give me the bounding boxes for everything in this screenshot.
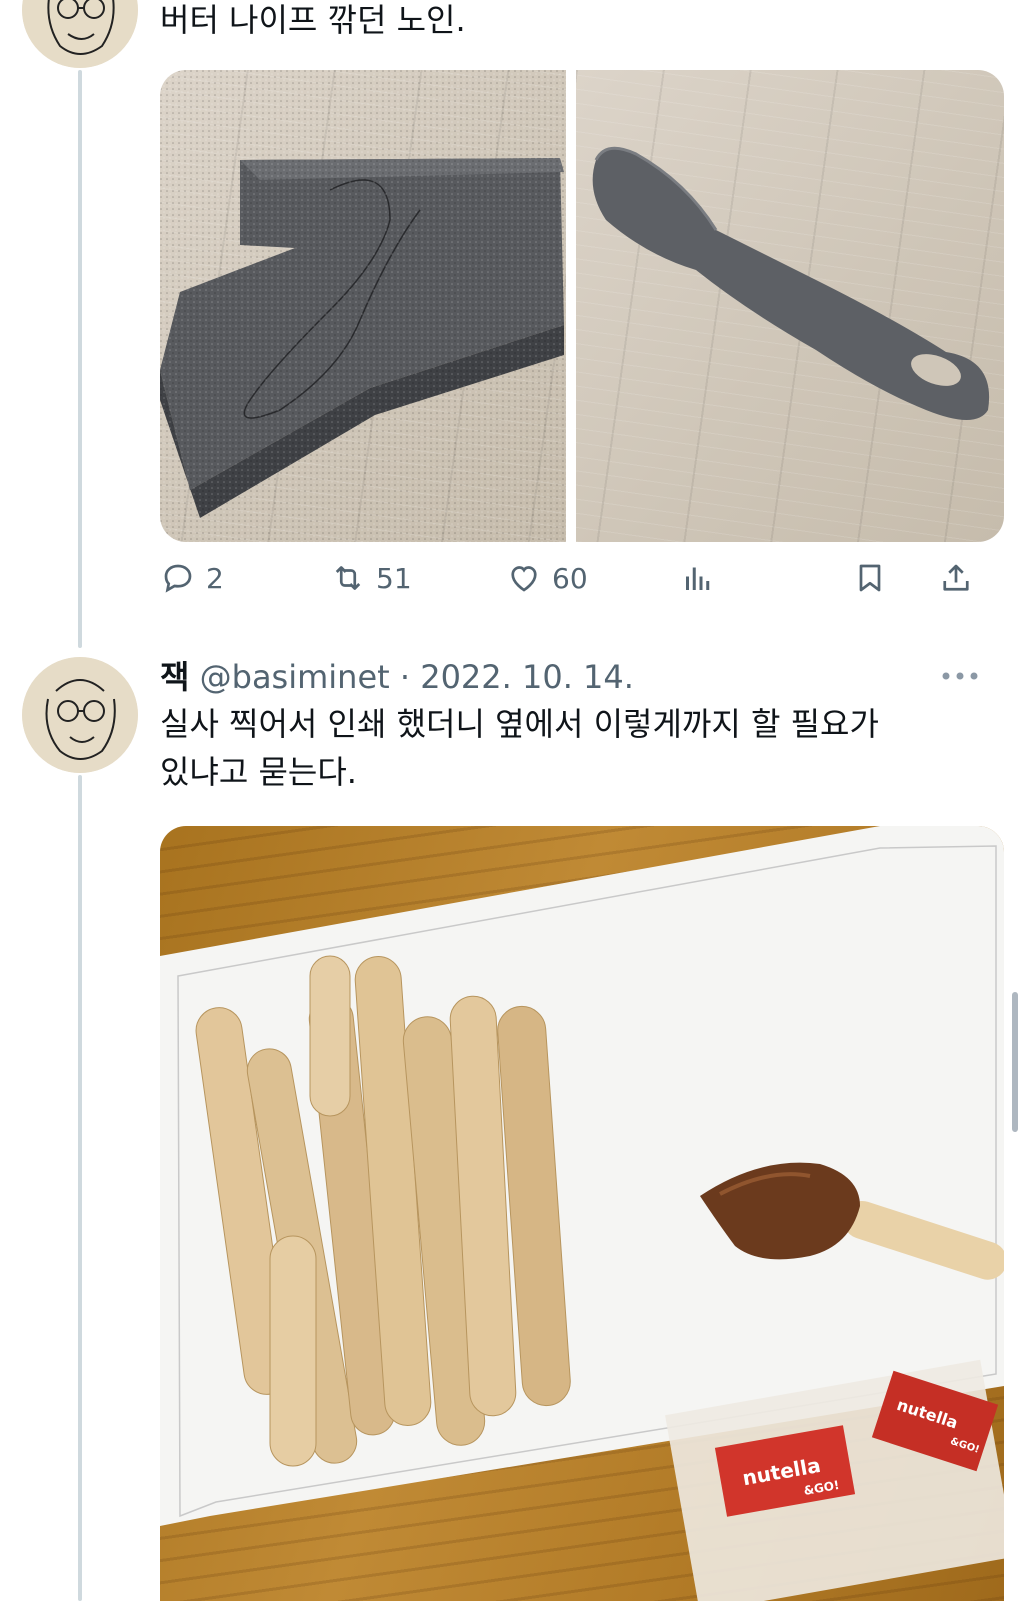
more-icon bbox=[942, 672, 978, 680]
scrollbar[interactable] bbox=[1012, 992, 1018, 1132]
like-icon bbox=[511, 566, 537, 592]
retweet-button[interactable]: 51 bbox=[330, 556, 412, 600]
views-button[interactable] bbox=[680, 556, 716, 600]
tweet-text: 실사 찍어서 인쇄 했더니 옆에서 이렇게까지 할 필요가 있냐고 묻는다. bbox=[160, 700, 879, 796]
retweet-icon bbox=[335, 566, 361, 590]
tweet-text-line: 버터 나이프 깎던 노인. bbox=[160, 1, 466, 39]
bookmark-icon bbox=[859, 564, 881, 592]
tweet-actions: 2 51 60 bbox=[160, 556, 1004, 600]
photo-breadsticks-print[interactable]: nutella &GO! nutella &GO! bbox=[160, 826, 1004, 1601]
photo-foam-knife[interactable] bbox=[576, 70, 1004, 542]
display-name[interactable]: 잭 bbox=[160, 658, 189, 696]
share-button[interactable] bbox=[938, 556, 974, 600]
tweet-text-line: 실사 찍어서 인쇄 했더니 옆에서 이렇게까지 할 필요가 bbox=[160, 705, 879, 743]
tweet-date[interactable]: 2022. 10. 14. bbox=[420, 658, 634, 696]
user-handle[interactable]: @basiminet bbox=[200, 658, 390, 696]
media-gallery[interactable] bbox=[160, 70, 1004, 542]
tweet-header: 잭 @basiminet · 2022. 10. 14. bbox=[160, 655, 634, 699]
reply-icon bbox=[164, 564, 192, 593]
photo-foam-block[interactable] bbox=[160, 70, 566, 542]
retweet-count: 51 bbox=[376, 561, 412, 595]
views-icon bbox=[686, 567, 710, 590]
reply-button[interactable]: 2 bbox=[160, 556, 224, 600]
like-button[interactable]: 60 bbox=[506, 556, 588, 600]
reply-count: 2 bbox=[206, 561, 224, 595]
like-count: 60 bbox=[552, 561, 588, 595]
avatar[interactable] bbox=[22, 0, 138, 68]
tweet-text: 버터 나이프 깎던 노인. bbox=[160, 0, 466, 44]
bookmark-button[interactable] bbox=[852, 556, 888, 600]
share-icon bbox=[943, 564, 969, 591]
more-button[interactable] bbox=[940, 656, 980, 696]
tweet-text-line: 있냐고 묻는다. bbox=[160, 753, 357, 791]
thread-line bbox=[78, 775, 82, 1601]
avatar[interactable] bbox=[22, 657, 138, 773]
thread-line bbox=[78, 70, 82, 648]
header-separator: · bbox=[399, 658, 411, 696]
